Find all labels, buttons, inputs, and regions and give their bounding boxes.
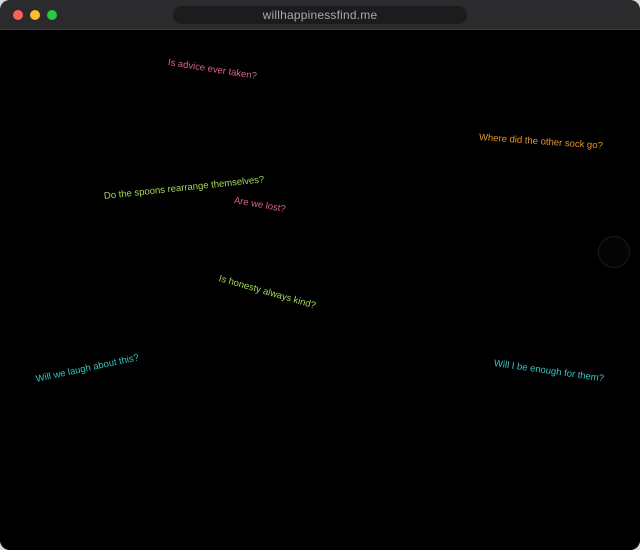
question-laugh[interactable]: Will we laugh about this? <box>35 352 140 385</box>
browser-window: willhappinessfind.me Is advice ever take… <box>0 0 640 550</box>
question-enough[interactable]: Will I be enough for them? <box>493 358 604 384</box>
question-lost[interactable]: Are we lost? <box>233 195 286 215</box>
question-honesty[interactable]: Is honesty always kind? <box>217 273 316 311</box>
question-advice[interactable]: Is advice ever taken? <box>167 57 257 82</box>
question-canvas: Is advice ever taken? Where did the othe… <box>0 30 640 550</box>
question-sock[interactable]: Where did the other sock go? <box>479 132 604 152</box>
side-handle[interactable] <box>598 236 630 268</box>
close-window-button[interactable] <box>13 10 23 20</box>
minimize-window-button[interactable] <box>30 10 40 20</box>
maximize-window-button[interactable] <box>47 10 57 20</box>
title-bar: willhappinessfind.me <box>0 0 640 30</box>
address-bar[interactable]: willhappinessfind.me <box>173 6 467 24</box>
